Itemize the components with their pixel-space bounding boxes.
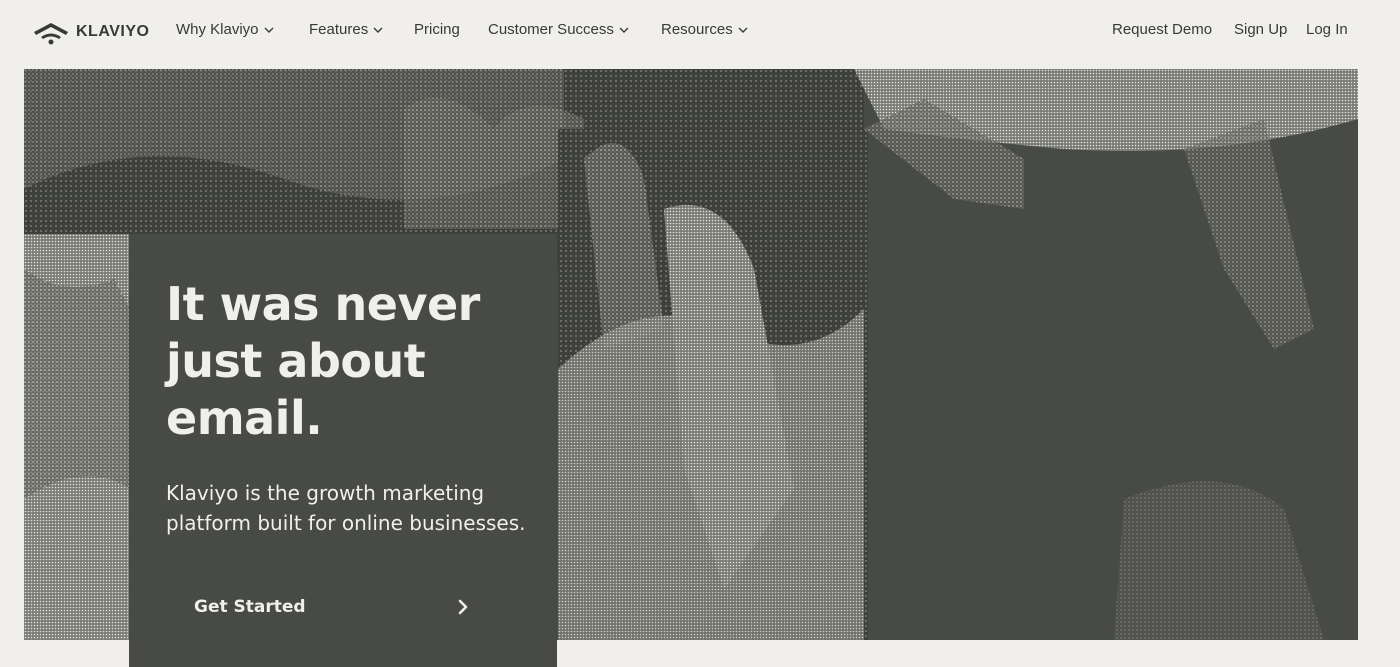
klaviyo-logo-icon	[34, 23, 68, 45]
get-started-button[interactable]: Get Started	[166, 580, 496, 634]
get-started-label: Get Started	[194, 597, 306, 617]
nav-item-customer-success[interactable]: Customer Success	[488, 21, 629, 38]
hero-card: It was never just about email. Klaviyo i…	[129, 234, 557, 667]
nav-item-pricing[interactable]: Pricing	[414, 21, 460, 38]
chevron-down-icon	[264, 27, 274, 33]
nav-item-label: Pricing	[414, 21, 460, 38]
chevron-down-icon	[619, 27, 629, 33]
nav-item-label: Customer Success	[488, 21, 614, 38]
nav-item-label: Resources	[661, 21, 733, 38]
nav-item-label: Features	[309, 21, 369, 38]
nav-item-why-klaviyo[interactable]: Why Klaviyo	[176, 21, 274, 38]
brand-name: KLAVIYO	[76, 23, 150, 40]
chevron-down-icon	[738, 27, 748, 33]
request-demo-link[interactable]: Request Demo	[1112, 21, 1212, 38]
klaviyo-logo[interactable]: KLAVIYO	[32, 18, 149, 46]
nav-item-resources[interactable]: Resources	[661, 21, 748, 38]
nav-item-label: Why Klaviyo	[176, 21, 259, 38]
top-navigation: KLAVIYO Why Klaviyo Features Pricing Cus…	[0, 0, 1400, 64]
chevron-down-icon	[373, 27, 383, 33]
nav-item-features[interactable]: Features	[309, 21, 383, 38]
sign-up-link[interactable]: Sign Up	[1234, 21, 1287, 38]
log-in-link[interactable]: Log In	[1306, 21, 1348, 38]
chevron-right-icon	[458, 599, 468, 615]
hero-headline: It was never just about email.	[166, 277, 480, 445]
hero-subheading: Klaviyo is the growth marketing platform…	[166, 481, 526, 535]
